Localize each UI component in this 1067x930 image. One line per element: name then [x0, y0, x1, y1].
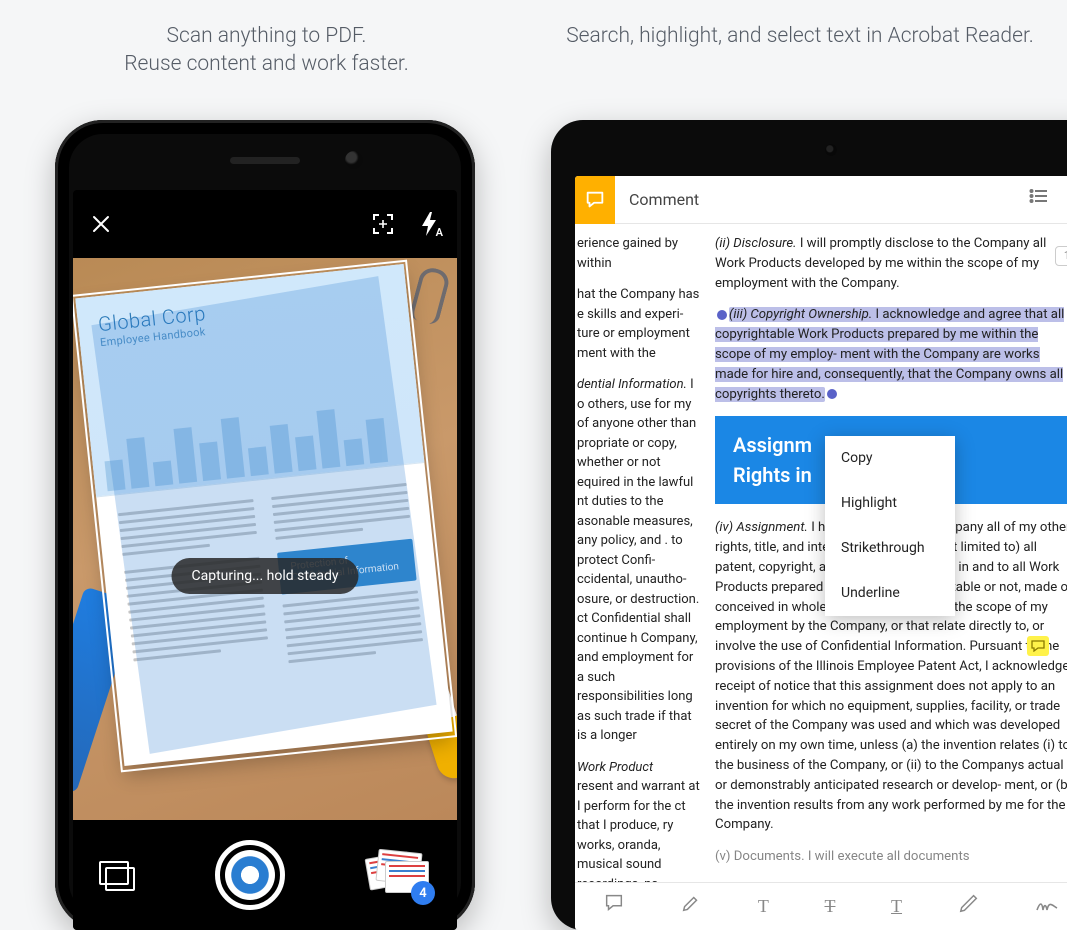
scan-top-bar: A [73, 190, 457, 258]
scan-crop-icon[interactable] [371, 212, 395, 236]
tool-signature-icon[interactable] [1035, 892, 1059, 922]
context-menu-copy[interactable]: Copy [825, 436, 955, 481]
left-tagline-line2: Reuse content and work faster. [0, 50, 533, 78]
comment-mode-icon[interactable] [575, 176, 615, 224]
flash-mode-label: A [436, 226, 443, 239]
tool-strikethrough-icon[interactable]: T [824, 893, 835, 920]
doc-text-fragment: Work Product resent and warrant at I per… [577, 758, 701, 883]
scan-status-toast: Capturing... hold steady [171, 558, 358, 594]
clause-body: I o others, use for my of anyone other t… [577, 377, 699, 743]
clause-v: (v) Documents. I will execute all docume… [715, 847, 1067, 867]
gallery-icon[interactable] [99, 861, 133, 889]
doc-text-fragment: dential Information. I o others, use for… [577, 375, 701, 746]
list-view-icon[interactable] [1029, 186, 1049, 212]
document-body[interactable]: erience gained by within hat the Company… [575, 224, 1067, 882]
right-tagline: Search, highlight, and select text in Ac… [533, 0, 1067, 50]
phone-front-camera [345, 151, 363, 169]
left-tagline-line1: Scan anything to PDF. [0, 22, 533, 50]
tool-draw-icon[interactable] [958, 892, 980, 922]
context-menu-underline[interactable]: Underline [825, 571, 955, 616]
context-menu-strikethrough[interactable]: Strikethrough [825, 526, 955, 571]
clause-iii-selected[interactable]: (iii) Copyright Ownership. I acknowledge… [715, 305, 1067, 404]
tool-highlight-icon[interactable] [680, 892, 702, 922]
selection-end-handle[interactable] [827, 389, 837, 399]
flash-auto-icon[interactable]: A [419, 211, 439, 237]
tablet-front-camera [825, 144, 837, 156]
tool-comment-icon[interactable] [603, 892, 625, 922]
scan-app-screen: A Global Corp Employee Handbook [73, 190, 457, 930]
doc-text-fragment: erience gained by within [577, 234, 701, 273]
clause-ii: (ii) Disclosure. I will promptly disclos… [715, 234, 1067, 293]
toolbar-title: Comment [629, 188, 1015, 212]
scan-thumbnails[interactable]: 4 [367, 851, 431, 899]
banner-line2: Rights in [733, 463, 812, 487]
phone-speaker [230, 157, 300, 164]
reader-top-bar: Comment [575, 176, 1067, 224]
selection-start-handle[interactable] [717, 310, 727, 320]
clause-heading: (iii) Copyright Ownership. [729, 307, 872, 322]
document-right-column: 1 (ii) Disclosure. I will promptly discl… [709, 224, 1067, 882]
clause-heading: dential Information. [577, 377, 687, 392]
text-context-menu: Copy Highlight Strikethrough Underline [825, 436, 955, 616]
reader-bottom-toolbar: T T T [575, 882, 1067, 930]
clause-heading: (iv) Assignment. [715, 520, 808, 535]
paperclip-prop [408, 265, 451, 326]
clause-heading: Work Product [577, 760, 653, 775]
comment-count-badge[interactable]: 1 [1055, 246, 1067, 266]
tool-text-icon[interactable]: T [758, 893, 769, 920]
left-tagline: Scan anything to PDF. Reuse content and … [0, 0, 533, 79]
context-menu-highlight[interactable]: Highlight [825, 481, 955, 526]
clause-body: resent and warrant at I perform for the … [577, 779, 700, 882]
doc-text-fragment: hat the Company has e skills and experi-… [577, 285, 701, 363]
scan-viewfinder[interactable]: Global Corp Employee Handbook [73, 258, 457, 820]
clause-heading: (ii) Disclosure. [715, 236, 797, 251]
clause-body: the scope of my employment by the Compan… [715, 600, 1067, 833]
scan-count-badge: 4 [411, 881, 435, 905]
phone-device-frame: A Global Corp Employee Handbook [55, 120, 475, 930]
reader-app-screen: Comment erience gained by within hat the… [575, 176, 1067, 930]
close-icon[interactable] [91, 214, 111, 234]
tablet-device-frame: Comment erience gained by within hat the… [551, 120, 1067, 930]
sticky-note-icon[interactable] [1027, 636, 1049, 656]
tool-underline-icon[interactable]: T [891, 893, 902, 920]
document-left-column: erience gained by within hat the Company… [575, 224, 709, 882]
scanned-document: Global Corp Employee Handbook [75, 264, 452, 766]
scan-bottom-bar: 4 [73, 820, 457, 930]
banner-line1: Assignm [733, 433, 812, 457]
clause-body: I h [811, 520, 825, 535]
